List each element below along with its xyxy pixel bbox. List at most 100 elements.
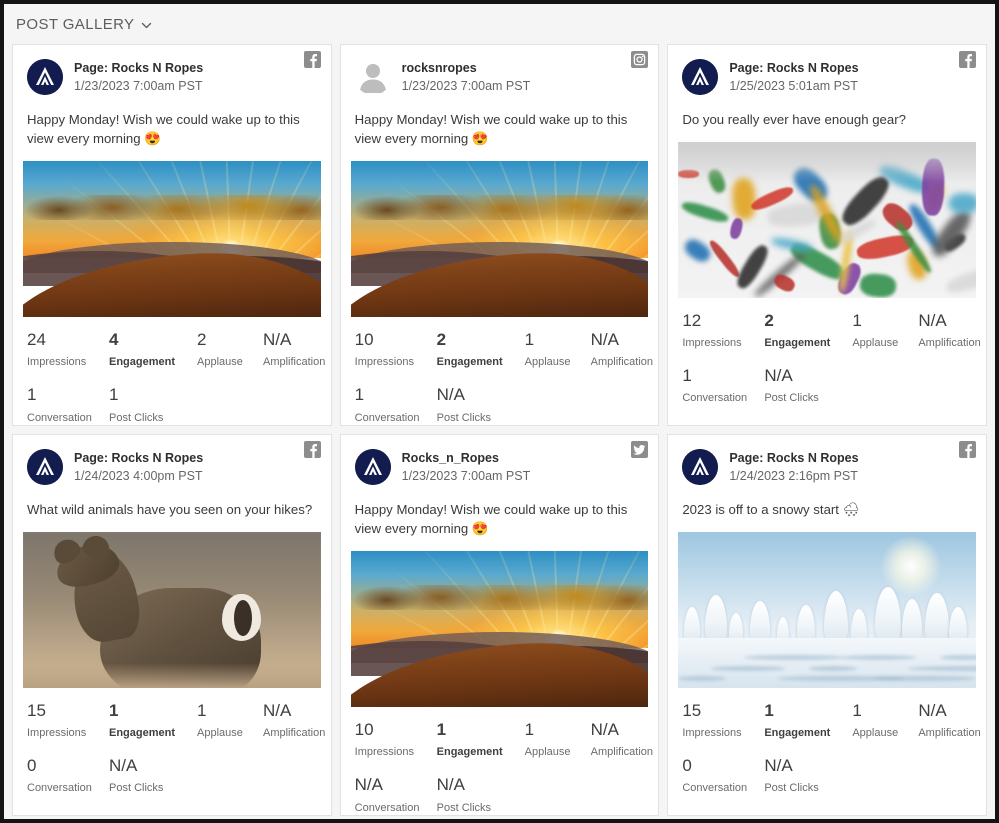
post-author: Rocks_n_Ropes [401, 451, 499, 465]
metric-label: Amplification [590, 746, 654, 759]
metric-value: 0 [682, 756, 692, 776]
metric-value: 2 [436, 329, 447, 349]
sunset-mountain-photo [350, 550, 649, 707]
post-timestamp: 1/23/2023 7:00am PST [74, 78, 203, 93]
post-message-emoji: 🌨 [842, 502, 860, 517]
post-author: Page: Rocks N Ropes [729, 451, 859, 465]
sunset-mountain-photo [350, 160, 649, 317]
brand-logo-avatar [354, 449, 391, 485]
metric-engagement: 1 Engagement [109, 701, 197, 739]
metric-value: N/A [436, 775, 465, 795]
post-card-header: Page: Rocks N Ropes 1/24/2023 4:00pm PST [13, 435, 331, 485]
metric-label: Amplification [918, 337, 981, 350]
post-author: Page: Rocks N Ropes [74, 61, 204, 75]
metric-value: N/A [263, 329, 292, 349]
metric-applause: 1 Applause [525, 720, 591, 758]
metric-row-primary: 10 Impressions 1 Engagement 1 Applause N/A Ampl… [354, 719, 653, 759]
deer-photo [23, 531, 321, 688]
metric-applause: 2 Applause [197, 330, 263, 368]
metric-row-secondary: 0 Conversation N/A Post Clicks [27, 756, 317, 794]
post-media[interactable] [23, 531, 321, 688]
metric-row-primary: 15 Impressions 1 Engagement 1 Applause N/A Ampl… [27, 701, 325, 739]
metric-value: 2 [764, 310, 774, 330]
post-timestamp: 1/23/2023 7:00am PST [401, 468, 531, 483]
metric-label: Impressions [682, 337, 742, 350]
post-message-text: Do you really ever have enough gear? [682, 112, 906, 127]
post-timestamp: 1/25/2023 5:01am PST [729, 78, 858, 93]
post-timestamp: 1/24/2023 2:16pm PST [729, 468, 858, 483]
post-message-emoji: 😍 [144, 131, 162, 147]
facebook-icon[interactable] [303, 441, 321, 458]
post-author-block: Page: Rocks N Ropes 1/24/2023 4:00pm PST [74, 449, 203, 485]
facebook-icon[interactable] [958, 51, 976, 68]
metric-post_clicks: 1 Post Clicks [109, 385, 197, 423]
instagram-icon[interactable] [631, 51, 649, 68]
metric-value: N/A [263, 700, 292, 720]
post-message-text: Happy Monday! Wish we could wake up to t… [354, 112, 628, 147]
metric-value: 1 [109, 385, 119, 405]
post-card[interactable]: Page: Rocks N Ropes 1/25/2023 5:01am PST D… [667, 44, 987, 426]
metric-value: 4 [109, 329, 119, 349]
metric-engagement: 1 Engagement [764, 701, 852, 739]
post-card[interactable]: Page: Rocks N Ropes 1/23/2023 7:00am PST H… [12, 44, 332, 426]
metric-value: 24 [27, 329, 46, 349]
metric-impressions: 12 Impressions [682, 311, 764, 349]
metric-conversation: N/A Conversation [355, 775, 437, 813]
facebook-icon[interactable] [958, 441, 976, 458]
facebook-icon[interactable] [303, 51, 321, 68]
metric-label: Conversation [354, 801, 420, 814]
post-media[interactable] [23, 160, 321, 317]
post-card[interactable]: Page: Rocks N Ropes 1/24/2023 4:00pm PST W… [12, 434, 332, 816]
metric-label: Conversation [27, 411, 92, 424]
metric-conversation: 0 Conversation [682, 756, 764, 794]
metric-value: 1 [764, 700, 774, 720]
post-card[interactable]: Rocks_n_Ropes 1/23/2023 7:00am PST Happy M… [339, 434, 660, 816]
post-card[interactable]: Page: Rocks N Ropes 1/24/2023 2:16pm PST 2… [667, 434, 987, 816]
metric-label: Engagement [764, 337, 831, 350]
metric-label: Post Clicks [109, 782, 164, 795]
post-metrics: 10 Impressions 2 Engagement 1 Applause N/A Ampl… [341, 317, 659, 425]
metric-amplification: N/A Amplification [918, 701, 980, 739]
metric-label: Amplification [918, 727, 981, 740]
metric-row-primary: 10 Impressions 2 Engagement 1 Applause N/A Ampl… [355, 330, 653, 368]
brand-logo-avatar [27, 449, 63, 485]
metric-value: N/A [109, 756, 138, 776]
metric-label: Amplification [263, 727, 326, 740]
metric-engagement: 2 Engagement [437, 330, 525, 368]
brand-logo-avatar [682, 449, 719, 485]
metric-label: Engagement [109, 727, 176, 740]
metric-label: Post Clicks [436, 801, 492, 814]
metric-label: Impressions [354, 746, 414, 759]
metric-row-primary: 15 Impressions 1 Engagement 1 Applause N/A Ampl… [682, 700, 980, 740]
post-metrics: 10 Impressions 1 Engagement 1 Applause N/A Ampl… [341, 707, 659, 815]
metric-value: 10 [354, 719, 374, 739]
post-media[interactable] [678, 141, 976, 298]
post-media[interactable] [678, 531, 976, 688]
generic-person-avatar [355, 59, 391, 95]
post-media[interactable] [350, 160, 649, 317]
metric-label: Conversation [682, 392, 748, 405]
post-card-header: rocksnropes 1/23/2023 7:00am PST [341, 45, 659, 95]
metric-amplification: N/A Amplification [263, 330, 325, 368]
post-message-text: Happy Monday! Wish we could wake up to t… [354, 502, 628, 537]
post-card[interactable]: rocksnropes 1/23/2023 7:00am PST Happy Mon… [339, 44, 660, 426]
metric-value: 1 [354, 385, 365, 405]
metric-impressions: 15 Impressions [27, 701, 109, 739]
metric-applause: 1 Applause [197, 701, 263, 739]
post-media[interactable] [350, 550, 649, 707]
metric-post_clicks: N/A Post Clicks [437, 385, 525, 423]
metric-value: 1 [852, 700, 862, 720]
twitter-icon[interactable] [631, 441, 649, 458]
post-author: rocksnropes [401, 61, 477, 75]
metric-label: Impressions [27, 727, 87, 740]
metric-label: Conversation [682, 782, 748, 795]
metric-label: Impressions [682, 727, 742, 740]
metric-value: 1 [524, 719, 535, 739]
chevron-down-icon[interactable] [141, 20, 152, 31]
metric-label: Impressions [27, 356, 87, 369]
metric-value: N/A [918, 700, 947, 720]
metric-label: Engagement [764, 727, 831, 740]
metric-label: Engagement [109, 356, 176, 369]
metric-row-secondary: 1 Conversation 1 Post Clicks [27, 385, 317, 423]
metric-conversation: 1 Conversation [27, 385, 109, 423]
